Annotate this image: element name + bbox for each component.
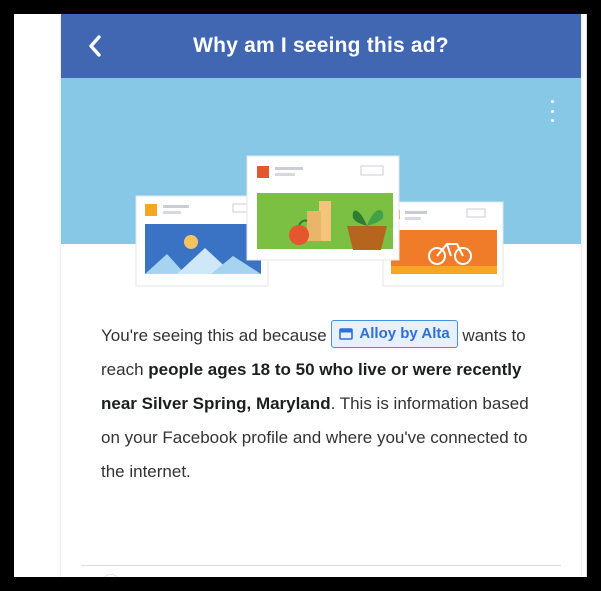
page-title: Why am I seeing this ad? [193, 34, 449, 57]
advertiser-name: Alloy by Alta [359, 325, 450, 342]
next-section-icon [101, 574, 121, 577]
ad-explanation-text: You're seeing this ad because Alloy by A… [101, 319, 541, 489]
header-bar: Why am I seeing this ad? [61, 14, 581, 78]
hero-banner [61, 78, 581, 287]
ad-card-right [382, 201, 504, 287]
ad-preview-illustration [135, 155, 504, 287]
explanation-intro: You're seeing this ad because [101, 326, 332, 345]
advertiser-chip[interactable]: Alloy by Alta [331, 320, 458, 348]
section-divider [81, 565, 561, 566]
store-icon [339, 328, 354, 340]
more-vertical-icon [550, 100, 554, 103]
screenshot-frame: Why am I seeing this ad? You're seeing t… [14, 14, 587, 577]
more-options-button[interactable] [547, 100, 557, 122]
back-button[interactable] [79, 30, 111, 62]
ad-explanation-screen: Why am I seeing this ad? You're seeing t… [61, 14, 581, 577]
ad-card-center [246, 155, 400, 261]
frame-edge [586, 14, 587, 577]
chevron-left-icon [89, 35, 101, 57]
